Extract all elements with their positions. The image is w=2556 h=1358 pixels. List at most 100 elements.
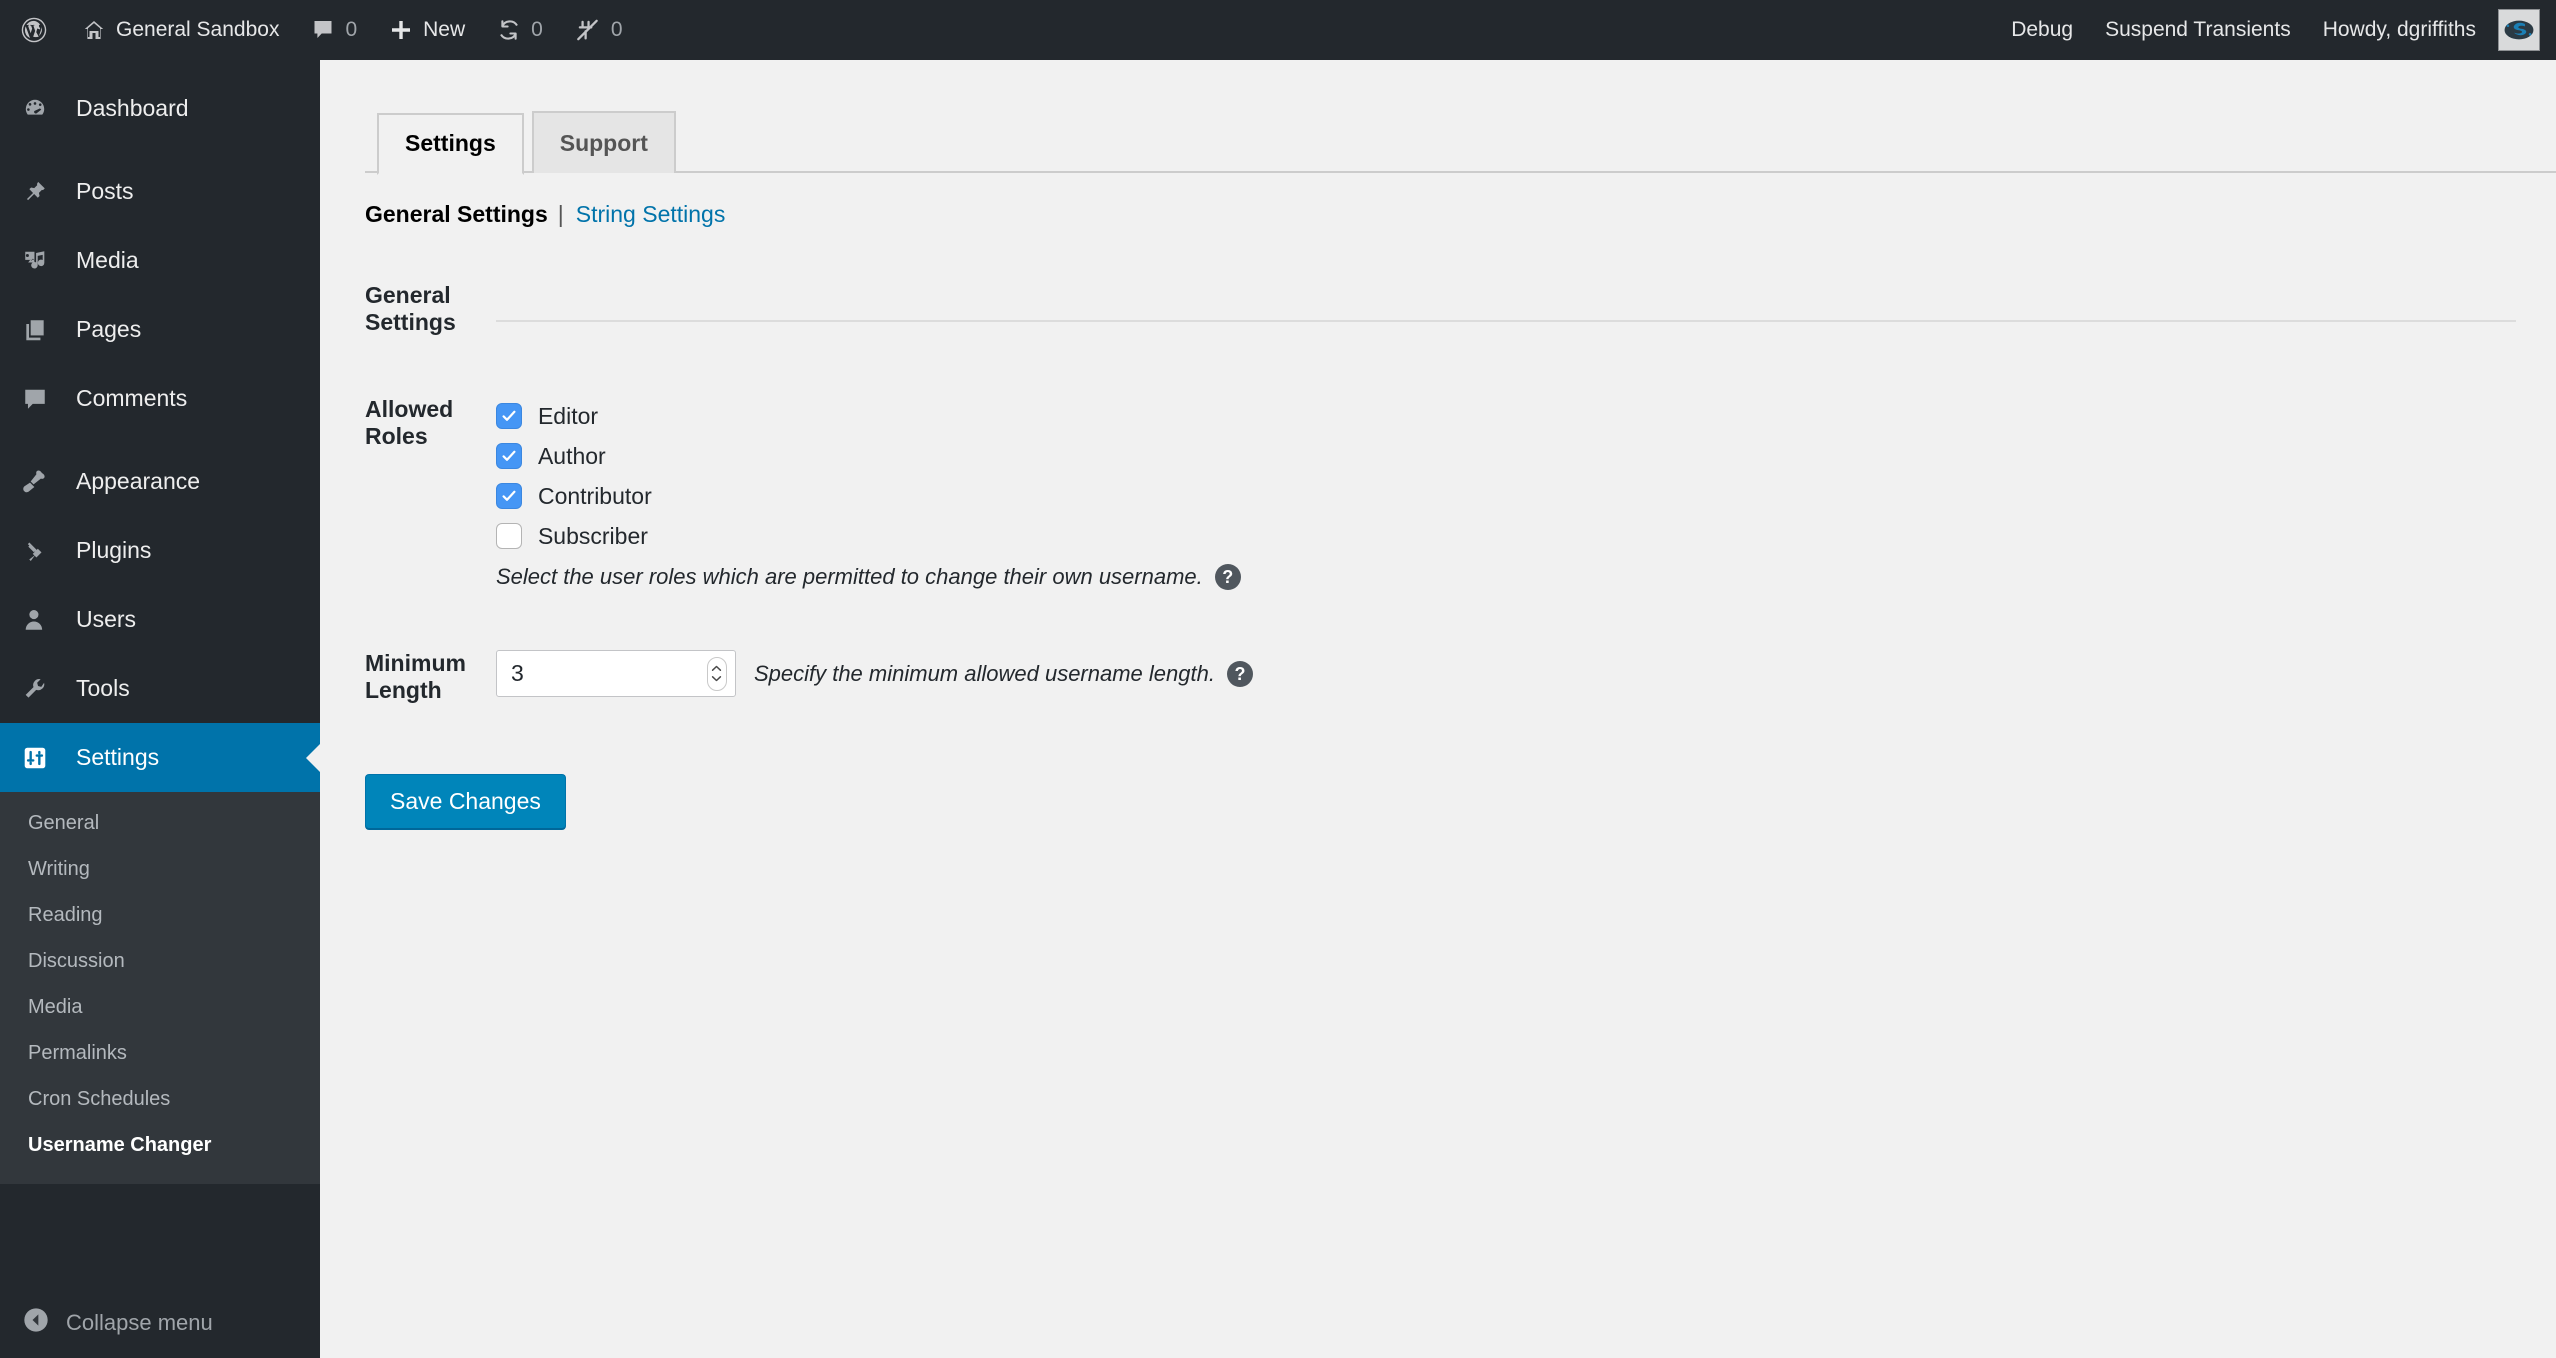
admin-bar-left-group: General Sandbox 0 New 0 0 [0,0,639,60]
checkbox-contributor[interactable] [495,483,522,509]
sidebar-subitem-cron-schedules[interactable]: Cron Schedules [0,1076,320,1122]
debug-menu-item[interactable]: Debug [1995,0,2089,60]
minimum-length-input[interactable]: 3 [495,650,736,697]
sub-navigation: General Settings | String Settings [365,201,2556,228]
allowed-roles-row: Allowed Roles Editor Author Contributor … [365,366,2526,620]
sidebar-item-label: Settings [76,744,160,770]
sidebar-item-posts[interactable]: Posts [0,157,320,226]
pin-icon [22,179,62,205]
user-icon [22,607,62,633]
checkbox-row-contributor[interactable]: Contributor [495,476,2516,516]
collapse-menu-button[interactable]: Collapse menu [0,1288,320,1358]
checkbox-row-subscriber[interactable]: Subscriber [495,516,2516,556]
sidebar-item-appearance[interactable]: Appearance [0,447,320,516]
minimum-length-row: Minimum Length 3 Specify the minimum all… [365,620,2526,734]
menu-separator-2 [0,433,320,447]
sidebar-subitem-media[interactable]: Media [0,984,320,1030]
allowed-roles-label: Allowed Roles [365,396,454,449]
sidebar-item-plugins[interactable]: Plugins [0,516,320,585]
checkbox-row-editor[interactable]: Editor [495,396,2516,436]
plugin-disabled-count: 0 [610,18,623,41]
checkbox-author[interactable] [495,443,522,469]
sidebar-item-label: Dashboard [76,95,189,121]
sidebar-item-media[interactable]: Media [0,226,320,295]
update-refresh-icon [497,18,521,42]
admin-sidebar: Dashboard Posts Media Pages Comments App… [0,60,320,1358]
minimum-length-description-wrap: Specify the minimum allowed username len… [753,660,1253,687]
collapse-menu-label: Collapse menu [66,1310,213,1335]
minimum-length-control-row: 3 Specify the minimum allowed username l… [495,650,2516,697]
new-content-menu-item[interactable]: New [373,0,481,60]
my-account-menu-item[interactable]: Howdy, dgriffiths [2307,0,2544,60]
suspend-transients-label: Suspend Transients [2105,18,2291,41]
home-icon [82,18,106,42]
sidebar-subitem-username-changer[interactable]: Username Changer [0,1122,320,1168]
checkbox-row-author[interactable]: Author [495,436,2516,476]
help-icon[interactable]: ? [1214,564,1241,590]
comments-count: 0 [345,18,358,41]
comments-menu-item[interactable]: 0 [295,0,373,60]
minimum-length-description: Specify the minimum allowed username len… [753,660,1215,686]
collapse-arrow-icon [22,1306,50,1340]
updates-menu-item[interactable]: 0 [481,0,559,60]
avatar [2498,9,2540,51]
number-stepper[interactable] [706,656,727,691]
new-content-label: New [423,18,466,41]
checkbox-label: Author [537,442,606,469]
admin-bar-right-group: Debug Suspend Transients Howdy, dgriffit… [1995,0,2556,60]
sidebar-subitem-writing[interactable]: Writing [0,846,320,892]
plug-icon [22,538,62,564]
plus-icon [389,18,413,42]
settings-sliders-icon [22,745,62,771]
save-changes-button[interactable]: Save Changes [365,774,566,829]
site-name-menu-item[interactable]: General Sandbox [66,0,295,60]
media-icon [22,248,62,274]
collapse-menu-wrapper: Collapse menu [0,1288,320,1358]
sidebar-item-pages[interactable]: Pages [0,295,320,364]
tab-support[interactable]: Support [531,111,676,173]
subnav-separator: | [557,201,564,227]
sidebar-subitem-general[interactable]: General [0,800,320,846]
sidebar-item-label: Posts [76,178,134,204]
sidebar-item-settings[interactable]: Settings [0,723,320,792]
section-divider [495,320,2516,322]
site-name-label: General Sandbox [116,18,280,41]
sidebar-item-comments[interactable]: Comments [0,364,320,433]
tab-settings[interactable]: Settings [377,113,524,175]
minimum-length-value: 3 [510,660,524,686]
sidebar-subitem-discussion[interactable]: Discussion [0,938,320,984]
sidebar-item-users[interactable]: Users [0,585,320,654]
updates-count: 0 [531,18,543,41]
section-title: General Settings [365,282,456,335]
howdy-label: Howdy, dgriffiths [2322,18,2476,41]
sidebar-item-label: Plugins [76,537,152,563]
plugin-disabled-menu-item[interactable]: 0 [559,0,639,60]
sidebar-item-label: Comments [76,385,188,411]
wordpress-logo-icon [20,16,48,44]
checkbox-label: Subscriber [537,522,648,549]
settings-page-wrap: Settings Support General Settings | Stri… [320,105,2556,829]
allowed-roles-description-wrap: Select the user roles which are permitte… [496,564,2516,590]
checkbox-editor[interactable] [495,403,522,429]
sidebar-item-dashboard[interactable]: Dashboard [0,74,320,143]
allowed-roles-field: Editor Author Contributor Subscriber Sel… [486,366,2526,620]
sidebar-item-label: Media [76,247,139,273]
submit-row: Save Changes [365,774,2556,829]
help-icon[interactable]: ? [1226,660,1253,687]
settings-form-table: General Settings Allowed Roles Editor Au… [365,276,2526,734]
sidebar-item-label: Users [76,606,137,632]
sidebar-item-label: Pages [76,316,142,342]
pages-icon [22,317,62,343]
content-area: Settings Support General Settings | Stri… [320,60,2556,1358]
checkbox-subscriber[interactable] [495,523,522,549]
sidebar-subitem-reading[interactable]: Reading [0,892,320,938]
suspend-transients-menu-item[interactable]: Suspend Transients [2089,0,2307,60]
wordpress-logo-menu-item[interactable] [0,0,66,60]
subnav-link-string-settings[interactable]: String Settings [576,201,726,228]
sidebar-item-tools[interactable]: Tools [0,654,320,723]
checkbox-label: Contributor [537,482,652,509]
dashboard-icon [22,96,62,122]
sidebar-subitem-permalinks[interactable]: Permalinks [0,1030,320,1076]
admin-bar: General Sandbox 0 New 0 0 Debug Suspend … [0,0,2556,60]
subnav-current-general-settings[interactable]: General Settings [365,201,548,228]
